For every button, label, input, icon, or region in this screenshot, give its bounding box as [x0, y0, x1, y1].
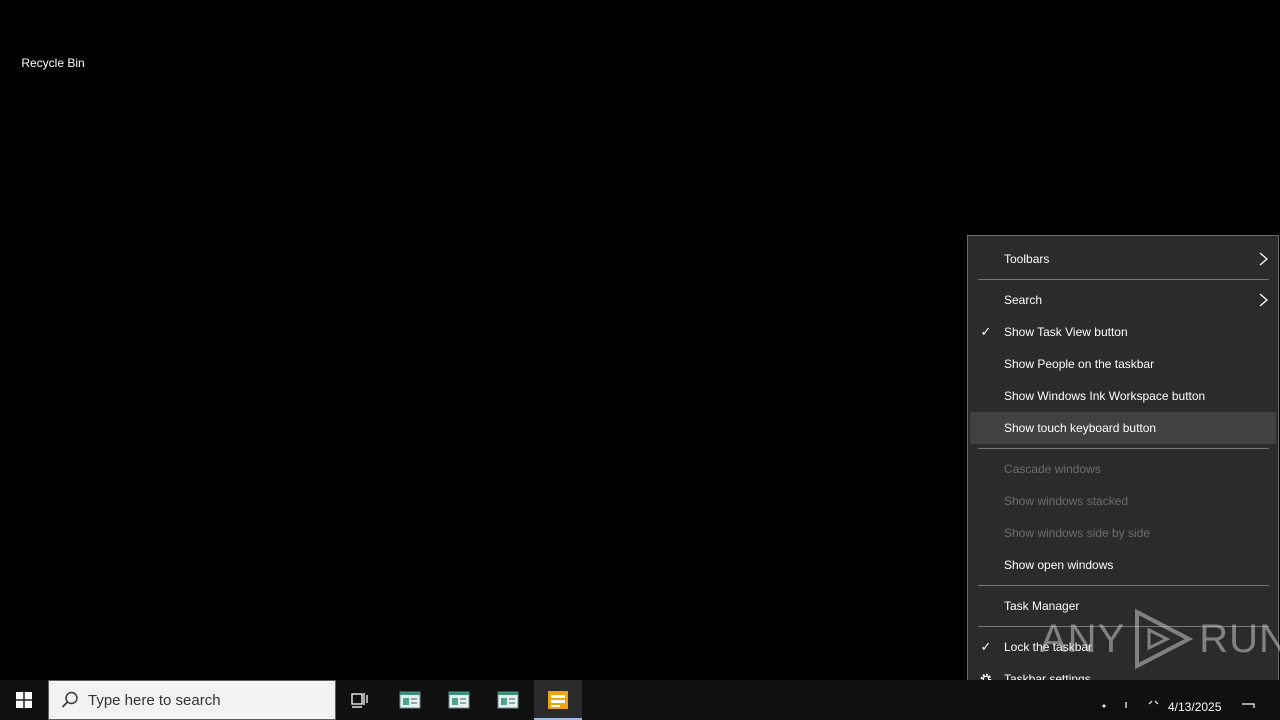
menu-item-show-windows-side-by-side: Show windows side by side — [970, 517, 1276, 549]
menu-item-label: Search — [1004, 293, 1043, 307]
checkmark-icon: ✓ — [980, 324, 992, 339]
taskbar-app-4[interactable] — [534, 680, 582, 720]
desktop-icon-label: Recycle Bin — [21, 56, 85, 70]
menu-item-search[interactable]: Search — [970, 284, 1276, 316]
taskbar-app-2[interactable] — [435, 680, 483, 720]
menu-item-task-manager[interactable]: Task Manager — [970, 590, 1276, 622]
menu-item-label: Lock the taskbar — [1004, 640, 1093, 654]
menu-item-label: Show Windows Ink Workspace button — [1004, 389, 1206, 403]
app-window-icon — [399, 691, 421, 709]
start-button[interactable] — [0, 680, 48, 720]
menu-separator — [978, 448, 1269, 449]
menu-item-show-touch-keyboard[interactable]: Show touch keyboard button — [970, 412, 1276, 444]
task-view-button[interactable] — [336, 680, 384, 720]
network-icon[interactable] — [1096, 692, 1112, 708]
taskbar-context-menu: Toolbars Search ✓ Show Task View button … — [967, 235, 1279, 703]
menu-item-label: Show windows stacked — [1004, 494, 1129, 508]
chevron-right-icon — [1259, 252, 1268, 266]
menu-item-show-people[interactable]: Show People on the taskbar — [970, 348, 1276, 380]
menu-item-label: Cascade windows — [1004, 462, 1101, 476]
menu-item-label: Show windows side by side — [1004, 526, 1151, 540]
windows-logo-icon — [16, 692, 32, 708]
menu-item-label: Show open windows — [1004, 558, 1114, 572]
menu-item-label: Task Manager — [1004, 599, 1080, 613]
menu-item-show-task-view-button[interactable]: ✓ Show Task View button — [970, 316, 1276, 348]
tray-clock-date[interactable]: 4/13/2025 — [1168, 700, 1221, 714]
app-window-icon — [448, 691, 470, 709]
chevron-right-icon — [1259, 293, 1268, 307]
menu-separator — [978, 279, 1269, 280]
taskbar-app-3[interactable] — [484, 680, 532, 720]
taskbar-search-box[interactable] — [48, 680, 336, 720]
menu-item-cascade-windows: Cascade windows — [970, 453, 1276, 485]
app-window-icon — [497, 691, 519, 709]
menu-item-label: Show touch keyboard button — [1004, 421, 1157, 435]
checkmark-icon: ✓ — [980, 639, 992, 654]
battery-icon[interactable] — [1118, 692, 1134, 708]
menu-item-show-windows-stacked: Show windows stacked — [970, 485, 1276, 517]
desktop-icon-recycle-bin[interactable]: Recycle Bin — [8, 4, 98, 70]
task-view-icon — [351, 693, 368, 708]
taskbar-app-1[interactable] — [386, 680, 434, 720]
action-center-icon[interactable] — [1240, 692, 1256, 708]
taskbar[interactable]: 4/13/2025 — [0, 680, 1280, 720]
menu-item-lock-taskbar[interactable]: ✓ Lock the taskbar — [970, 631, 1276, 663]
menu-item-label: Show Task View button — [1004, 325, 1128, 339]
menu-item-show-open-windows[interactable]: Show open windows — [970, 549, 1276, 581]
menu-item-toolbars[interactable]: Toolbars — [970, 243, 1276, 275]
app-window-icon — [548, 691, 568, 709]
menu-separator — [978, 585, 1269, 586]
search-input[interactable] — [88, 691, 318, 709]
recycle-bin-icon — [29, 4, 77, 52]
menu-item-label: Toolbars — [1004, 252, 1050, 266]
search-icon — [61, 691, 78, 708]
menu-item-label: Show People on the taskbar — [1004, 357, 1155, 371]
volume-icon[interactable] — [1145, 692, 1161, 708]
menu-item-show-ink-workspace[interactable]: Show Windows Ink Workspace button — [970, 380, 1276, 412]
menu-separator — [978, 626, 1269, 627]
